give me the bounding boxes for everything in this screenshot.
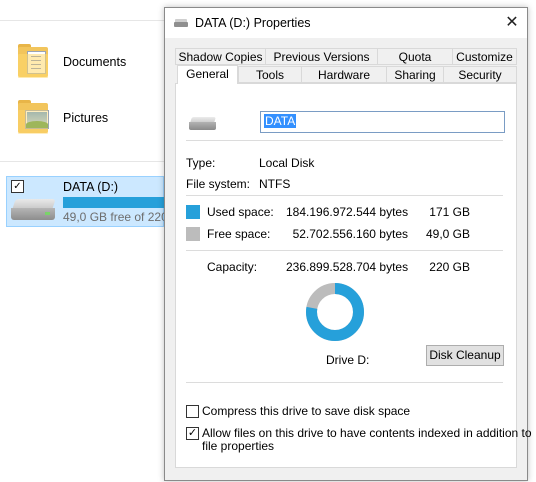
drive-icon	[174, 19, 188, 27]
checkbox-icon[interactable]: ✓	[11, 180, 24, 193]
drive-label-value: DATA	[264, 114, 297, 128]
free-label: Free space:	[207, 227, 271, 241]
used-bytes: 184.196.972.544 bytes	[286, 205, 409, 219]
folder-pictures[interactable]: Pictures	[14, 98, 108, 138]
free-space-swatch	[186, 227, 200, 241]
fs-value: NTFS	[259, 177, 291, 191]
tab-hardware[interactable]: Hardware	[301, 66, 387, 83]
capacity-gb: 220 GB	[429, 260, 470, 274]
used-label: Used space:	[207, 205, 274, 219]
tab-tools[interactable]: Tools	[238, 66, 302, 83]
free-bytes: 52.702.556.160 bytes	[292, 227, 408, 241]
drive-d-tile[interactable]: ✓ DATA (D:) 49,0 GB free of 220	[6, 176, 168, 227]
fs-label: File system:	[186, 177, 251, 191]
capacity-label: Capacity:	[207, 260, 258, 274]
compress-label: Compress this drive to save disk space	[202, 404, 411, 418]
drive-name: DATA (D:)	[63, 180, 119, 194]
used-gb: 171 GB	[429, 205, 470, 219]
drive-icon	[11, 199, 57, 221]
folder-pictures-label: Pictures	[63, 111, 109, 125]
divider	[186, 382, 503, 383]
drive-icon	[189, 117, 217, 131]
folder-documents-icon	[14, 42, 54, 82]
tab-general[interactable]: General	[177, 65, 238, 84]
divider	[0, 20, 164, 21]
divider	[186, 250, 503, 251]
tab-security[interactable]: Security	[443, 66, 517, 83]
close-icon[interactable]: ✕	[497, 8, 527, 38]
dialog-title: DATA (D:) Properties	[195, 16, 311, 30]
general-panel: DATA Type: Local Disk File system: NTFS …	[175, 83, 532, 468]
drive-usage-bar	[63, 197, 165, 208]
tab-quota[interactable]: Quota	[377, 48, 453, 65]
tab-sharing[interactable]: Sharing	[386, 66, 444, 83]
free-gb: 49,0 GB	[425, 227, 470, 241]
compress-checkbox[interactable]	[186, 405, 199, 418]
tab-customize[interactable]: Customize	[452, 48, 517, 65]
usage-donut-chart	[306, 283, 364, 341]
type-label: Type:	[186, 156, 216, 170]
properties-dialog: DATA (D:) Properties ✕ Shadow Copies Pre…	[164, 7, 532, 481]
used-space-swatch	[186, 205, 200, 219]
index-checkbox[interactable]: ✓	[186, 427, 199, 440]
drive-caption: Drive D:	[326, 353, 370, 367]
divider	[186, 195, 503, 196]
divider	[0, 161, 164, 162]
drive-label-input[interactable]: DATA	[260, 111, 505, 133]
index-label-line1: Allow files on this drive to have conten…	[202, 426, 532, 440]
folder-pictures-icon	[14, 98, 54, 138]
folder-documents-label: Documents	[63, 55, 127, 69]
tab-shadow-copies[interactable]: Shadow Copies	[175, 48, 266, 65]
divider	[186, 140, 503, 141]
index-label-line2: file properties	[202, 439, 275, 453]
tab-previous-versions[interactable]: Previous Versions	[265, 48, 378, 65]
type-value: Local Disk	[259, 156, 315, 170]
disk-cleanup-button[interactable]: Disk Cleanup	[426, 345, 504, 366]
title-bar[interactable]: DATA (D:) Properties ✕	[165, 8, 527, 38]
drive-free-text: 49,0 GB free of 220	[63, 210, 168, 224]
capacity-bytes: 236.899.528.704 bytes	[286, 260, 409, 274]
folder-documents[interactable]: Documents	[14, 42, 126, 82]
